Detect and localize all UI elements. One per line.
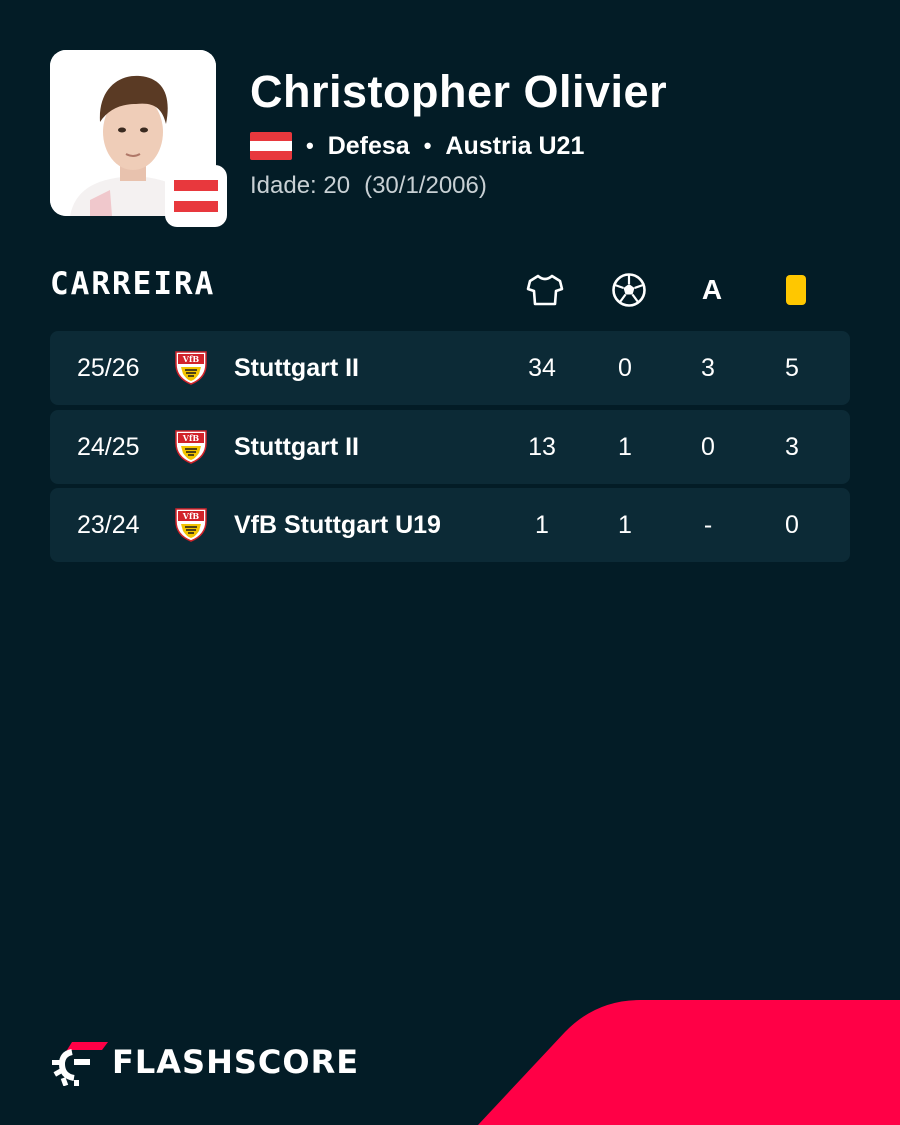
brand-accent-shape [478,1000,900,1125]
flashscore-logo-icon [50,1038,108,1091]
flashscore-wordmark: FLASHSCORE [112,1043,360,1081]
